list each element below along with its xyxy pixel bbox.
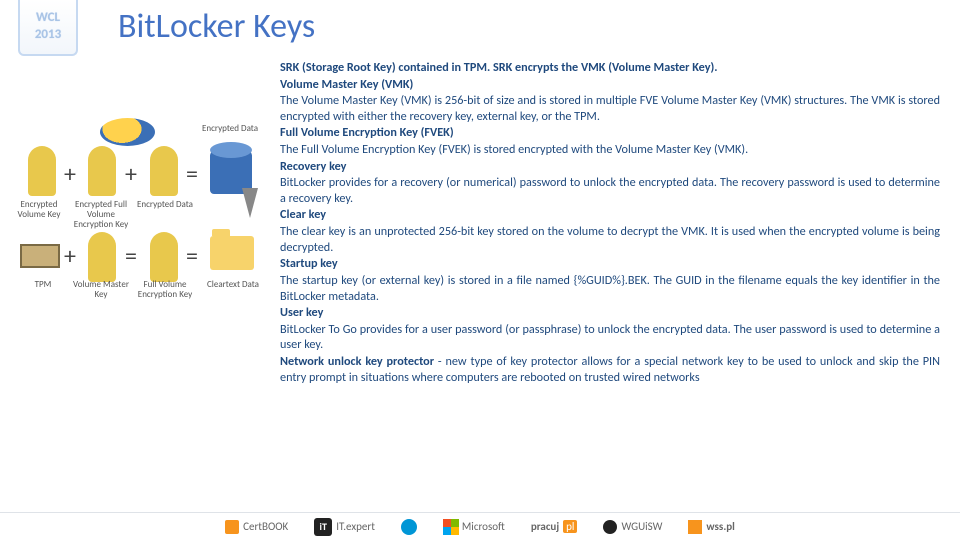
label-encrypted-data: Encrypted Data [202,124,258,134]
plus-icon: + [64,160,76,189]
logo-hp [401,519,417,535]
heading-recovery: Recovery key [280,159,940,175]
heading-fvek: Full Volume Encryption Key (FVEK) [280,125,940,141]
label-efvek: Encrypted Full Volume Encryption Key [72,200,130,230]
key-icon-evk [28,146,56,196]
pie-icon [100,118,155,146]
wss-icon [688,520,702,534]
body-fvek: The Full Volume Encryption Key (FVEK) is… [280,142,940,158]
heading-vmk: Volume Master Key (VMK) [280,77,940,93]
label-fvek: Full Volume Encryption Key [136,280,194,300]
label-vmk: Volume Master Key [72,280,130,300]
arrow-down-icon [242,188,258,218]
logo-certbook: CertBOOK [225,520,288,534]
srk-line: SRK (Storage Root Key) contained in TPM.… [280,60,718,75]
badge-line1: WCL [20,10,76,27]
label-evk: Encrypted Volume Key [10,200,68,220]
hp-icon [401,519,417,535]
body-recovery: BitLocker provides for a recovery (or nu… [280,175,940,206]
plus-icon: + [125,160,137,189]
logo-pracuj: pracuj pl [531,520,578,533]
logo-microsoft: Microsoft [443,519,505,534]
event-badge: WCL 2013 [18,0,78,56]
key-icon-efvek [88,146,116,196]
heading-clear: Clear key [280,207,940,223]
slide-body: SRK (Storage Root Key) contained in TPM.… [280,60,940,386]
microsoft-icon [443,519,458,534]
equals-icon: = [186,160,198,189]
certbook-icon [225,520,239,534]
body-clear: The clear key is an unprotected 256-bit … [280,224,940,255]
tpm-chip-icon [20,244,60,268]
sponsor-footer: CertBOOK iT IT.expert Microsoft pracuj p… [0,512,960,540]
logo-wss: wss.pl [688,520,734,534]
heading-user: User key [280,305,940,321]
it-icon: iT [314,518,332,536]
badge-line2: 2013 [20,27,76,44]
logo-it: iT IT.expert [314,518,375,536]
body-startup: The startup key (or external key) is sto… [280,273,940,304]
folder-icon [210,236,254,270]
equals-icon: = [125,242,137,271]
label-ed: Encrypted Data [136,200,194,210]
plus-icon: + [64,242,76,271]
equals-icon: = [186,242,198,271]
key-hierarchy-diagram: Encrypted Volume Key Encrypted Full Volu… [10,112,270,312]
key-icon-vmk [88,232,116,282]
body-vmk: The Volume Master Key (VMK) is 256-bit o… [280,93,940,124]
heading-startup: Startup key [280,256,940,272]
label-cleartext: Cleartext Data [204,280,262,290]
label-tpm: TPM [14,280,72,290]
body-network: Network unlock key protector - new type … [280,354,940,385]
slide-title: BitLocker Keys [118,6,315,47]
key-icon-fvek [150,232,178,282]
key-icon-ed [150,146,178,196]
wguisw-icon [603,520,617,534]
body-user: BitLocker To Go provides for a user pass… [280,322,940,353]
logo-wguisw: WGUiSW [603,520,662,534]
